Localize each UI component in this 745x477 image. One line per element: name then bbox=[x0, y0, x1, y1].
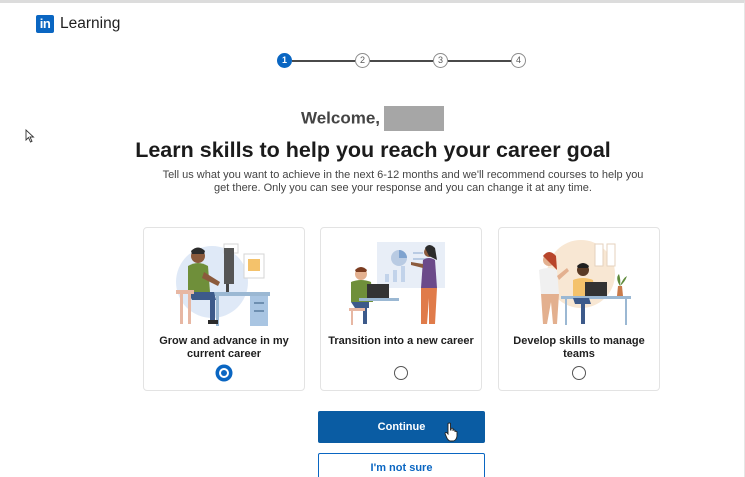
brand[interactable]: in Learning bbox=[36, 15, 120, 33]
step-connector bbox=[370, 60, 433, 62]
progress-stepper: 1 2 3 4 bbox=[277, 53, 527, 69]
brand-name: Learning bbox=[60, 15, 121, 32]
continue-button[interactable]: Continue bbox=[318, 411, 485, 443]
option-radio-transition-career[interactable] bbox=[394, 366, 408, 380]
option-label: Transition into a new career bbox=[328, 335, 474, 347]
team-meeting-illustration bbox=[539, 240, 631, 325]
welcome-greeting: Welcome, bbox=[0, 106, 745, 131]
option-card-manage-teams[interactable]: Develop skills to manage teams bbox=[498, 227, 660, 391]
hand-pointer-icon bbox=[444, 422, 458, 442]
option-radio-manage-teams[interactable] bbox=[572, 366, 586, 380]
option-label: Grow and advance in my current career bbox=[159, 335, 289, 360]
option-radio-grow-career[interactable] bbox=[217, 366, 231, 380]
redacted-username bbox=[384, 106, 445, 131]
welcome-text: Welcome, bbox=[300, 108, 381, 128]
step-4: 4 bbox=[511, 53, 526, 68]
page-description: Tell us what you want to achieve in the … bbox=[162, 169, 644, 194]
linkedin-logo-icon: in bbox=[36, 15, 54, 33]
option-card-grow-career[interactable]: Grow and advance in my current career bbox=[143, 227, 305, 391]
person-at-desk-illustration bbox=[176, 243, 270, 326]
option-label: Develop skills to manage teams bbox=[513, 335, 645, 360]
app-window: in Learning 1 2 3 4 Welcome, Learn skill… bbox=[0, 0, 745, 477]
step-3: 3 bbox=[433, 53, 448, 68]
not-sure-button[interactable]: I'm not sure bbox=[318, 453, 485, 477]
option-card-transition-career[interactable]: Transition into a new career bbox=[320, 227, 482, 391]
step-1: 1 bbox=[277, 53, 292, 68]
step-connector bbox=[448, 60, 511, 62]
presentation-illustration bbox=[349, 242, 445, 325]
step-2: 2 bbox=[355, 53, 370, 68]
page-title: Learn skills to help you reach your care… bbox=[135, 138, 611, 162]
step-connector bbox=[292, 60, 355, 62]
